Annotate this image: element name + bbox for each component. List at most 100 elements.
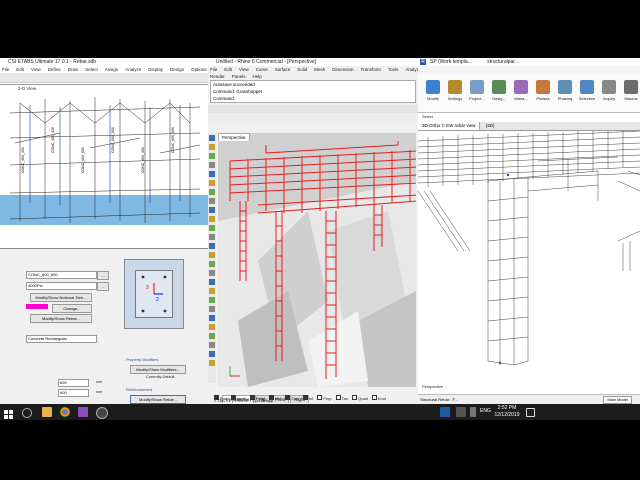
rhino-menu-item[interactable]: Mesh	[314, 67, 325, 72]
tool-icon[interactable]	[209, 243, 215, 249]
revit-ribbon-button[interactable]: Mana...	[510, 80, 532, 101]
select-label[interactable]: Select	[422, 114, 433, 119]
tool-icon[interactable]	[209, 153, 215, 159]
cmd-prompt[interactable]: Command:	[213, 95, 415, 102]
file-explorer-icon[interactable]	[42, 407, 52, 417]
tool-icon[interactable]	[209, 216, 215, 222]
osnap-checkbox[interactable]	[335, 395, 341, 400]
rhino-menu-item[interactable]: Help	[253, 74, 262, 79]
tool-icon[interactable]	[209, 162, 215, 168]
depth-field[interactable]: 600	[58, 379, 89, 387]
windows-start-icon[interactable]	[4, 407, 14, 419]
tool-icon[interactable]	[209, 270, 215, 276]
rhino-menu-item[interactable]: Panels	[232, 74, 246, 79]
shape-field[interactable]: Concrete Rectangular	[26, 335, 97, 343]
revit-ribbon-button[interactable]: Macros	[620, 80, 640, 101]
tool-icon[interactable]	[209, 279, 215, 285]
revit-ribbon-button[interactable]: Selection	[576, 80, 598, 101]
tray-icon-1[interactable]	[440, 407, 450, 417]
etabs-3d-model[interactable]: CONC_400_400 CONC_400_400 CONC_600_600 CONC…	[0, 93, 208, 253]
modify-notional-button[interactable]: Modify/Show Notional Size...	[30, 293, 92, 302]
osnap-checkbox[interactable]	[285, 395, 291, 400]
rhino-command-area[interactable]: Autosave succeeded Command: Grasshopper …	[210, 80, 416, 103]
etabs-menu-item[interactable]: Define	[48, 67, 61, 72]
model-dropdown[interactable]: Main Model	[603, 396, 632, 404]
notification-icon[interactable]	[526, 408, 535, 417]
section-name-field[interactable]: CONC_600_600	[26, 271, 97, 279]
chrome-icon[interactable]	[60, 407, 70, 417]
tool-icon[interactable]	[209, 207, 215, 213]
tool-icon[interactable]	[209, 288, 215, 294]
material-dropdown-button[interactable]: ...	[97, 282, 109, 291]
rhino-menu-item[interactable]: Dimension	[332, 67, 353, 72]
revit-ribbon-button[interactable]: Settings	[444, 80, 466, 101]
osnap-option[interactable]: Tan	[335, 395, 348, 401]
tool-icon[interactable]	[209, 306, 215, 312]
modify-rebar-button-2[interactable]: Modify/Show Rebar...	[130, 395, 186, 404]
etabs-menu-item[interactable]: Select	[85, 67, 98, 72]
etabs-menu-item[interactable]: Display	[148, 67, 163, 72]
rhino-menu-item[interactable]: Analyze	[405, 67, 418, 72]
tool-icon[interactable]	[209, 144, 215, 150]
tray-icon-2[interactable]	[456, 407, 466, 417]
modify-rebar-button[interactable]: Modify/Show Rebar...	[30, 314, 92, 323]
section-more-button[interactable]: ...	[97, 271, 109, 280]
tool-icon[interactable]	[209, 180, 215, 186]
language-indicator[interactable]: ENG	[480, 408, 491, 414]
etabs-menu-item[interactable]: File	[2, 67, 9, 72]
tool-icon[interactable]	[209, 351, 215, 357]
tool-icon[interactable]	[209, 315, 215, 321]
view-tab-ew-rebar[interactable]: 3D Ortho © EW rebar view	[418, 122, 481, 130]
osnap-checkbox[interactable]	[302, 395, 308, 400]
osnap-checkbox[interactable]	[352, 395, 358, 400]
osnap-option[interactable]: Knot	[371, 395, 386, 401]
tool-icon[interactable]	[209, 198, 215, 204]
etabs-menu-item[interactable]: View	[31, 67, 41, 72]
tool-icon[interactable]	[209, 135, 215, 141]
etabs-menu-item[interactable]: Assign	[105, 67, 119, 72]
rhino-perspective-viewport[interactable]: Perspective	[218, 133, 416, 387]
rhino-menu-item[interactable]: Render	[210, 74, 225, 79]
view-tab-3d[interactable]: (3D)	[482, 122, 499, 130]
etabs-menu-item[interactable]: Design	[170, 67, 184, 72]
rhino-menu-item[interactable]: Tools	[388, 67, 399, 72]
rhino-menu-item[interactable]: View	[239, 67, 249, 72]
rhino-menu-item[interactable]: Surface	[275, 67, 291, 72]
tray-icon-3[interactable]	[470, 407, 476, 417]
change-color-button[interactable]: Change...	[52, 304, 92, 313]
search-icon[interactable]	[22, 408, 32, 418]
material-field[interactable]: 4000Psi	[26, 282, 97, 290]
rhino-menu-item[interactable]: Curve	[256, 67, 268, 72]
tool-icon[interactable]	[209, 171, 215, 177]
rhino-menu-item[interactable]: Solid	[297, 67, 307, 72]
revit-ribbon-button[interactable]: Modify	[422, 80, 444, 101]
tool-icon[interactable]	[209, 252, 215, 258]
modify-modifiers-button[interactable]: Modify/Show Modifiers...	[130, 365, 186, 374]
revit-ribbon-button[interactable]: Project...	[466, 80, 488, 101]
etabs-menu-item[interactable]: Options	[191, 67, 207, 72]
osnap-checkbox[interactable]	[317, 395, 323, 400]
osnap-option[interactable]: Int	[302, 395, 313, 401]
revit-ribbon-button[interactable]: Phases	[532, 80, 554, 101]
app-icon-2[interactable]	[96, 407, 108, 419]
tool-icon[interactable]	[209, 342, 215, 348]
app-icon-1[interactable]	[78, 407, 88, 417]
osnap-checkbox[interactable]	[371, 395, 377, 400]
etabs-menu-item[interactable]: Analyze	[125, 67, 141, 72]
clock[interactable]: 2:52 PM 12/12/2019	[494, 405, 520, 419]
rhino-menu-item[interactable]: Edit	[224, 67, 232, 72]
rhino-menu-item[interactable]: Transform	[361, 67, 381, 72]
tool-icon[interactable]	[209, 189, 215, 195]
tool-icon[interactable]	[209, 297, 215, 303]
osnap-option[interactable]: Perp	[317, 395, 332, 401]
tool-icon[interactable]	[209, 333, 215, 339]
width-field[interactable]: 600	[58, 389, 89, 397]
tool-icon[interactable]	[209, 234, 215, 240]
tool-icon[interactable]	[209, 360, 215, 366]
osnap-option[interactable]: Quad	[352, 395, 368, 401]
tool-icon[interactable]	[209, 324, 215, 330]
tool-icon[interactable]	[209, 225, 215, 231]
osnap-option[interactable]: Cen	[285, 395, 299, 401]
revit-ribbon-button[interactable]: Phasing	[554, 80, 576, 101]
tool-icon[interactable]	[209, 261, 215, 267]
